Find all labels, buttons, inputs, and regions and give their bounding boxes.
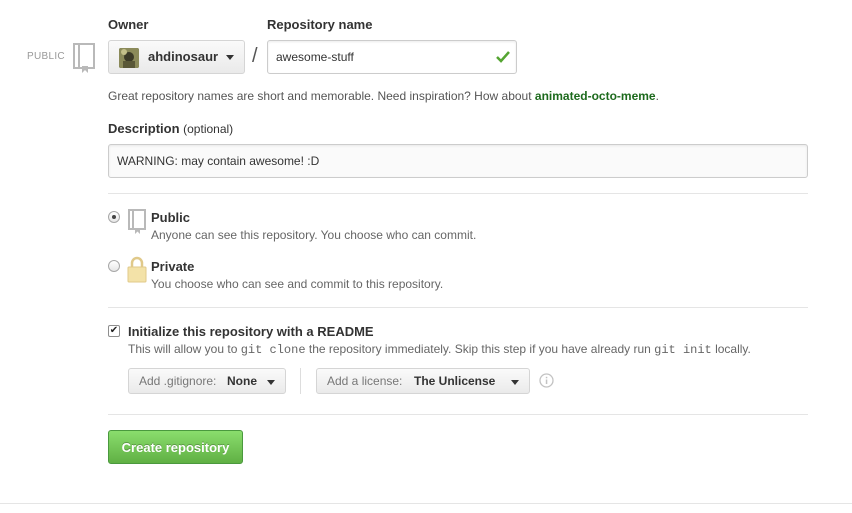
hint-end: . [655,89,659,103]
readme-checkbox[interactable]: ✔ [108,325,120,337]
public-title: Public [151,210,191,225]
vertical-divider [300,368,301,394]
license-value: The Unlicense [414,374,496,388]
divider [108,307,808,308]
divider [108,193,808,194]
readme-label: Initialize this repository with a README [128,324,374,339]
visibility-tag: PUBLIC [27,51,65,62]
public-radio[interactable] [108,211,120,223]
avatar [119,48,139,68]
create-repository-button[interactable]: Create repository [108,430,243,464]
code-git-init: git init [654,343,712,357]
chevron-down-icon [267,380,275,385]
description-label: Description (optional) [108,121,233,136]
license-prefix: Add a license: [327,374,403,388]
repo-name-hint: Great repository names are short and mem… [108,89,659,103]
public-description: Anyone can see this repository. You choo… [151,228,477,242]
owner-name: ahdinosaur [148,49,219,64]
code-git-clone: git clone [240,343,306,357]
info-icon[interactable] [539,373,554,388]
repo-name-input[interactable]: awesome-stuff [267,40,517,74]
owner-label: Owner [108,17,149,32]
license-select[interactable]: Add a license: The Unlicense [316,368,530,394]
owner-repo-separator: / [252,45,258,67]
chevron-down-icon [226,55,234,60]
gitignore-select[interactable]: Add .gitignore: None [128,368,286,394]
description-label-text: Description [108,121,180,136]
gitignore-value: None [227,374,257,388]
check-icon [495,49,511,65]
private-description: You choose who can see and commit to thi… [151,277,444,291]
description-value: WARNING: may contain awesome! :D [117,154,320,168]
gitignore-prefix: Add .gitignore: [139,374,217,388]
readme-desc-part: locally. [711,342,751,356]
repo-book-icon [72,42,96,74]
readme-description: This will allow you to git clone the rep… [128,342,751,357]
repo-name-value: awesome-stuff [276,50,354,64]
footer-divider [0,503,852,504]
private-title: Private [151,259,195,274]
readme-desc-part: the repository immediately. Skip this st… [305,342,655,356]
chevron-down-icon [511,380,519,385]
private-radio[interactable] [108,260,120,272]
readme-desc-part: This will allow you to [128,342,241,356]
divider [108,414,808,415]
repo-book-icon [127,208,147,234]
lock-icon [127,255,147,283]
hint-text: Great repository names are short and mem… [108,89,535,103]
description-input[interactable]: WARNING: may contain awesome! :D [108,144,808,178]
owner-select[interactable]: ahdinosaur [108,40,245,74]
description-optional: (optional) [183,122,234,136]
suggestion-link[interactable]: animated-octo-meme [535,89,656,103]
repo-name-label: Repository name [267,17,373,32]
